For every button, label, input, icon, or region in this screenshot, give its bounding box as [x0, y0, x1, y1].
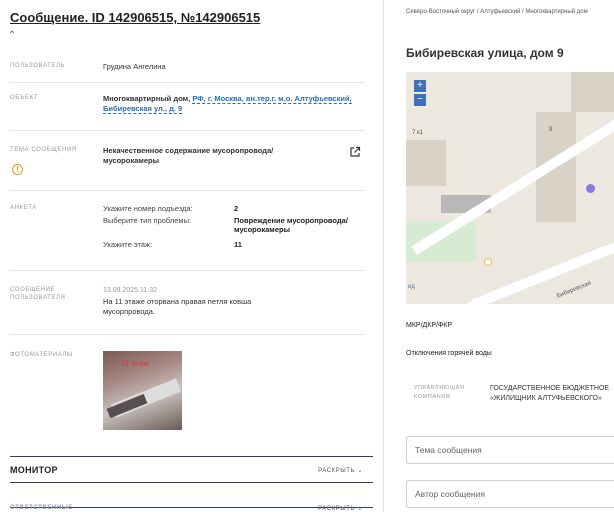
monitor-section: МОНИТОР РАСКРЫТЬ ⌄ [10, 456, 373, 482]
author-input[interactable] [407, 481, 614, 507]
monitor-expand-button[interactable]: РАСКРЫТЬ ⌄ [318, 467, 363, 474]
object-value: Многоквартирный дом, РФ, г. Москва, вн.т… [103, 94, 365, 114]
mkr-label: МКР/ДКР/ФКР [406, 322, 453, 329]
anketa-label: АНКЕТА [10, 205, 37, 211]
divider [10, 270, 365, 271]
poi-icon [484, 258, 492, 266]
responsible-expand-button[interactable]: РАСКРЫТЬ ⌄ [318, 505, 363, 512]
photos-row: ФОТОМАТЕРИАЛЫ 11 этаж [10, 351, 365, 431]
message-label: СООБЩЕНИЕ ПОЛЬЗОВАТЕЛЯ [10, 287, 66, 301]
external-link-icon[interactable] [349, 146, 361, 158]
uk-value: ГОСУДАРСТВЕННОЕ БЮДЖЕТНОЕ «ЖИЛИЩНИК АЛТУ… [490, 384, 614, 404]
uk-label: УПРАВЛЯЮЩАЯ КОМПАНИЯ [414, 385, 465, 400]
map-label: 7 к1 [412, 130, 423, 136]
anketa-key: Укажите этаж: [103, 240, 153, 249]
topic-field[interactable] [406, 436, 614, 464]
chevron-up-icon[interactable]: ⌃ [8, 30, 16, 41]
hot-water-label[interactable]: Отключения горячей воды [406, 350, 492, 357]
page-title: Сообщение. ID 142906515, №142906515 [10, 10, 261, 25]
zoom-out-button[interactable]: − [414, 94, 426, 106]
message-details-panel: Сообщение. ID 142906515, №142906515 ⌃ ПО… [0, 0, 376, 512]
message-time: 13.09.2025 11:32 [103, 287, 157, 294]
divider [10, 82, 365, 83]
map[interactable]: + − 7 к1 9 Бибиревская ед [406, 72, 614, 304]
anketa-key: Выберите тип проблемы: [103, 216, 192, 225]
breadcrumb: Северо-Восточный округ / Алтуфьевский / … [406, 9, 588, 15]
responsible-section: ОТВЕТСТВЕННЫЕ РАСКРЫТЬ ⌄ [10, 482, 373, 512]
author-label: ПОЛЬЗОВАТЕЛЬ [10, 63, 66, 69]
responsible-title: ОТВЕТСТВЕННЫЕ [10, 505, 73, 511]
photos-label: ФОТОМАТЕРИАЛЫ [10, 352, 73, 358]
anketa-key: Укажите номер подъезда: [103, 204, 193, 213]
map-label: 9 [549, 127, 553, 133]
topic-input[interactable] [407, 437, 614, 463]
author-field[interactable] [406, 480, 614, 508]
monitor-title: МОНИТОР [10, 465, 58, 475]
panel-divider [383, 0, 384, 512]
anketa-row: АНКЕТА Укажите номер подъезда: 2 Выберит… [10, 204, 365, 254]
address-title: Бибиревская улица, дом 9 [406, 46, 564, 60]
street-label: Бибиревская [556, 280, 593, 300]
topic-label: ТЕМА СООБЩЕНИЯ [10, 147, 77, 153]
warning-icon: ! [12, 164, 23, 175]
object-info-panel: Северо-Восточный округ / Алтуфьевский / … [392, 0, 614, 512]
object-label: ОБЪЕКТ [10, 95, 38, 101]
anketa-value: 11 [234, 240, 242, 249]
photo-thumbnail[interactable]: 11 этаж [103, 351, 182, 430]
anketa-list: Укажите номер подъезда: 2 Выберите тип п… [103, 204, 365, 254]
divider [10, 334, 365, 335]
topic-value: Некачественное содержание мусоропровода/… [103, 146, 274, 165]
message-text: На 11 этаже оторвана правая петля ковша … [103, 297, 252, 316]
uk-value-line: ГОСУДАРСТВЕННОЕ БЮДЖЕТНОЕ [490, 385, 610, 392]
uk-value-line: «ЖИЛИЩНИК АЛТУФЬЕВСКОГО» [490, 395, 602, 402]
location-pin-icon [586, 184, 595, 193]
anketa-value: Повреждение мусоропровода/ мусорокамеры [234, 216, 348, 234]
anketa-value: 2 [234, 204, 239, 213]
map-label: ед [408, 284, 415, 290]
divider [10, 130, 365, 131]
divider [10, 190, 365, 191]
object-type: Многоквартирный дом, [103, 94, 191, 103]
author-value: Грудина Ангелина [103, 62, 166, 71]
zoom-in-button[interactable]: + [414, 80, 426, 92]
